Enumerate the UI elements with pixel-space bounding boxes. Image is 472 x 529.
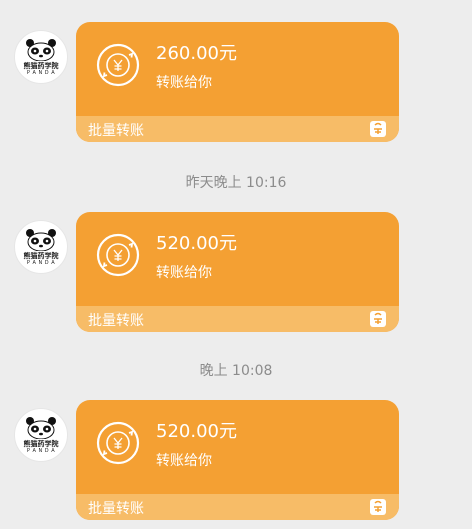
- timestamp: 昨天晚上 10:16: [185, 175, 287, 191]
- timestamp: 晚上 10:08: [199, 363, 273, 379]
- avatar-subtitle: P A N D A: [26, 447, 56, 454]
- batch-transfer-label: 批量转账: [88, 501, 144, 517]
- avatar[interactable]: 熊猫药学院 P A N D A: [14, 220, 68, 274]
- transfer-coin-icon: [96, 421, 140, 465]
- transfer-coin-icon: [96, 233, 140, 277]
- avatar-subtitle: P A N D A: [26, 69, 56, 76]
- message-row: 熊猫药学院 P A N D A 260.00元 转账给你 批量转账: [0, 22, 472, 146]
- red-packet-icon: [370, 121, 386, 137]
- transfer-desc: 转账给你: [156, 75, 212, 91]
- transfer-amount: 520.00元: [156, 233, 237, 254]
- avatar-name: 熊猫药学院: [23, 439, 59, 448]
- message-row: 熊猫药学院 P A N D A 520.00元 转账给你 批量转账: [0, 212, 472, 336]
- transfer-amount: 260.00元: [156, 43, 237, 64]
- message-row: 熊猫药学院 P A N D A 520.00元 转账给你 批量转账: [0, 400, 472, 524]
- transfer-coin-icon: [96, 43, 140, 87]
- avatar-name: 熊猫药学院: [23, 61, 59, 70]
- transfer-desc: 转账给你: [156, 453, 212, 469]
- red-packet-icon: [370, 311, 386, 327]
- transfer-desc: 转账给你: [156, 265, 212, 281]
- avatar-name: 熊猫药学院: [23, 251, 59, 260]
- avatar-subtitle: P A N D A: [26, 259, 56, 266]
- red-packet-icon: [370, 499, 386, 515]
- batch-transfer-label: 批量转账: [88, 313, 144, 329]
- transfer-card[interactable]: 260.00元 转账给你 批量转账: [76, 22, 399, 142]
- panda-avatar-icon: [26, 38, 56, 61]
- panda-avatar-icon: [26, 228, 56, 251]
- avatar[interactable]: 熊猫药学院 P A N D A: [14, 30, 68, 84]
- transfer-amount: 520.00元: [156, 421, 237, 442]
- transfer-card[interactable]: 520.00元 转账给你 批量转账: [76, 400, 399, 520]
- panda-avatar-icon: [26, 416, 56, 439]
- transfer-card[interactable]: 520.00元 转账给你 批量转账: [76, 212, 399, 332]
- batch-transfer-label: 批量转账: [88, 123, 144, 139]
- avatar[interactable]: 熊猫药学院 P A N D A: [14, 408, 68, 462]
